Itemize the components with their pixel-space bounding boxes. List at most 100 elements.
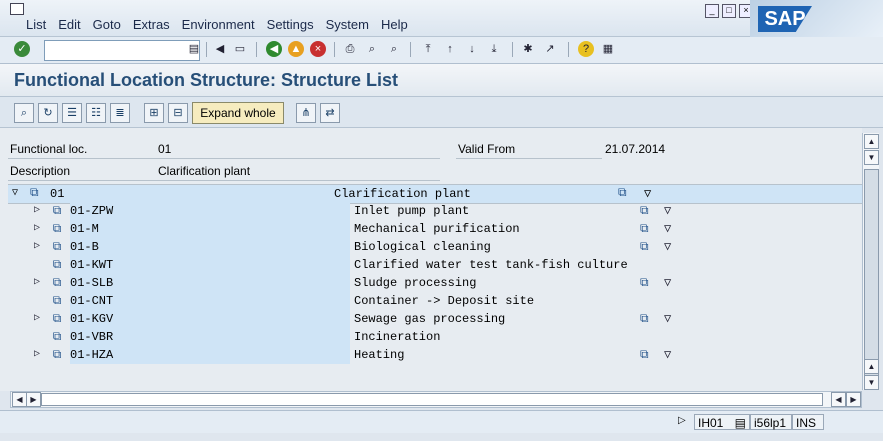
tree-row[interactable]: ▷ ⧉ 01-HZA Heating ⧉ ▽ — [8, 346, 862, 364]
expand-triangle-icon[interactable]: ▷ — [34, 240, 40, 252]
expand-triangle-icon[interactable]: ▷ — [34, 276, 40, 288]
expand-down-icon[interactable]: ▽ — [664, 276, 678, 290]
hierarchy-icon[interactable]: ⋔ — [296, 103, 316, 123]
menu-help[interactable]: Help — [381, 17, 408, 32]
hierarchy-node-icon[interactable]: ⧉ — [640, 348, 656, 362]
layout-icon[interactable]: ▦ — [600, 41, 616, 57]
shortcut-icon[interactable]: ↗ — [542, 41, 558, 57]
menu: List Edit Goto Extras Environment Settin… — [26, 17, 420, 32]
back-arrow-icon[interactable]: ◀ — [212, 41, 228, 57]
vertical-scroll-thumb[interactable] — [864, 169, 879, 381]
exit-icon[interactable]: ▲ — [288, 41, 304, 57]
tree-row[interactable]: ⧉ 01-KWT Clarified water test tank-fish cu… — [8, 256, 862, 274]
minimize-icon[interactable]: _ — [705, 4, 719, 18]
command-field[interactable] — [44, 40, 200, 61]
transfer-icon[interactable]: ⇄ — [320, 103, 340, 123]
window-buttons: _ □ × — [705, 4, 753, 18]
help-icon[interactable]: ? — [578, 41, 594, 57]
vertical-scrollbar[interactable]: ▲ ▼ ▲ ▼ — [862, 133, 879, 390]
tree-row[interactable]: ▷ ⧉ 01-SLB Sludge processing ⧉ ▽ — [8, 274, 862, 292]
row-id[interactable]: 01-ZPW — [70, 204, 113, 218]
description-value: Clarification plant — [158, 164, 251, 178]
expand-triangle-icon[interactable]: ▷ — [34, 348, 40, 360]
tree-row[interactable]: ⧉ 01-VBR Incineration — [8, 328, 862, 346]
tree-row[interactable]: ▷ ⧉ 01-B Biological cleaning ⧉ ▽ — [8, 238, 862, 256]
menu-system[interactable]: System — [326, 17, 369, 32]
expand-triangle-icon[interactable]: ▷ — [34, 222, 40, 234]
last-page-icon[interactable]: ⤓ — [486, 41, 502, 57]
functional-location-icon: ⧉ — [52, 204, 62, 218]
command-history-icon[interactable]: ▤ — [186, 41, 202, 57]
row-id[interactable]: 01-B — [70, 240, 99, 254]
scroll-up-icon[interactable]: ▲ — [864, 134, 879, 149]
hierarchy-node-icon[interactable]: ⧉ — [640, 204, 656, 218]
display-detail-icon[interactable]: ☷ — [86, 103, 106, 123]
row-id[interactable]: 01-VBR — [70, 330, 113, 344]
tree-row[interactable]: ▷ ⧉ 01-KGV Sewage gas processing ⧉ ▽ — [8, 310, 862, 328]
maximize-icon[interactable]: □ — [722, 4, 736, 18]
row-id[interactable]: 01-CNT — [70, 294, 113, 308]
create-session-icon[interactable]: ✱ — [520, 41, 536, 57]
next-page-icon[interactable]: ↓ — [464, 41, 480, 57]
scroll-left-icon[interactable]: ◀ — [831, 392, 846, 407]
scroll-up-bottom-icon[interactable]: ▲ — [864, 359, 879, 374]
menu-extras[interactable]: Extras — [133, 17, 170, 32]
status-info-icon[interactable]: ▤ — [735, 415, 746, 431]
row-description: Clarified water test tank-fish culture — [354, 258, 628, 272]
row-description: Incineration — [354, 330, 441, 344]
print-icon[interactable]: ⎙ — [342, 41, 358, 57]
row-id[interactable]: 01-HZA — [70, 348, 113, 362]
row-id[interactable]: 01-M — [70, 222, 99, 236]
expand-triangle-icon[interactable]: ▷ — [34, 204, 40, 216]
expand-down-icon[interactable]: ▽ — [664, 348, 678, 362]
expand-down-icon[interactable]: ▽ — [664, 204, 678, 218]
expand-down-icon[interactable]: ▽ — [664, 222, 678, 236]
back-icon[interactable]: ◀ — [266, 41, 282, 57]
scroll-down-small-icon[interactable]: ▼ — [864, 150, 879, 165]
horizontal-scrollbar[interactable]: ◀ ▶ ◀ ▶ — [10, 391, 862, 408]
scroll-right-icon[interactable]: ▶ — [846, 392, 861, 407]
scroll-down-icon[interactable]: ▼ — [864, 375, 879, 390]
enter-icon[interactable]: ✓ — [14, 41, 30, 57]
scroll-left-start-icon[interactable]: ◀ — [12, 392, 27, 407]
expand-whole-button[interactable]: Expand whole — [192, 102, 284, 124]
display-icon[interactable]: ☰ — [62, 103, 82, 123]
list-icon[interactable]: ≣ — [110, 103, 130, 123]
menu-edit[interactable]: Edit — [58, 17, 80, 32]
menu-list[interactable]: List — [26, 17, 46, 32]
hierarchy-node-icon[interactable]: ⧉ — [640, 240, 656, 254]
app-menu-icon[interactable] — [10, 3, 24, 15]
tree-row[interactable]: ▷ ⧉ 01-M Mechanical purification ⧉ ▽ — [8, 220, 862, 238]
expand-down-icon[interactable]: ▽ — [664, 312, 678, 326]
find-next-icon[interactable]: ⌕ — [386, 41, 402, 57]
menu-bar: List Edit Goto Extras Environment Settin… — [0, 0, 883, 37]
status-tcode: IH01 — [698, 416, 724, 430]
tree-row[interactable]: ▷ ⧉ 01-ZPW Inlet pump plant ⧉ ▽ — [8, 202, 862, 220]
save-icon[interactable]: ▭ — [232, 41, 248, 57]
horizontal-scroll-thumb[interactable] — [41, 393, 823, 406]
zoom-icon[interactable]: ⌕ — [14, 103, 34, 123]
hierarchy-node-icon[interactable]: ⧉ — [640, 222, 656, 236]
row-id[interactable]: 01-SLB — [70, 276, 113, 290]
scroll-right-start-icon[interactable]: ▶ — [26, 392, 41, 407]
expand-down-icon[interactable]: ▽ — [664, 240, 678, 254]
expand-node-icon[interactable]: ⊞ — [144, 103, 164, 123]
tree-row[interactable]: ⧉ 01-CNT Container -> Deposit site — [8, 292, 862, 310]
hierarchy-node-icon[interactable]: ⧉ — [640, 312, 656, 326]
menu-environment[interactable]: Environment — [182, 17, 255, 32]
menu-settings[interactable]: Settings — [267, 17, 314, 32]
collapse-node-icon[interactable]: ⊟ — [168, 103, 188, 123]
find-icon[interactable]: ⌕ — [364, 41, 380, 57]
row-id[interactable]: 01-KWT — [70, 258, 113, 272]
status-transaction: IH01 ▤ — [694, 414, 750, 430]
refresh-icon[interactable]: ↻ — [38, 103, 58, 123]
row-id[interactable]: 01-KGV — [70, 312, 113, 326]
first-page-icon[interactable]: ⤒ — [420, 41, 436, 57]
hierarchy-node-icon[interactable]: ⧉ — [640, 276, 656, 290]
status-expand-icon[interactable]: ▷ — [678, 415, 686, 426]
expand-triangle-icon[interactable]: ▷ — [34, 312, 40, 324]
status-mode[interactable]: INS — [792, 414, 824, 430]
menu-goto[interactable]: Goto — [93, 17, 121, 32]
cancel-icon[interactable]: × — [310, 41, 326, 57]
previous-page-icon[interactable]: ↑ — [442, 41, 458, 57]
